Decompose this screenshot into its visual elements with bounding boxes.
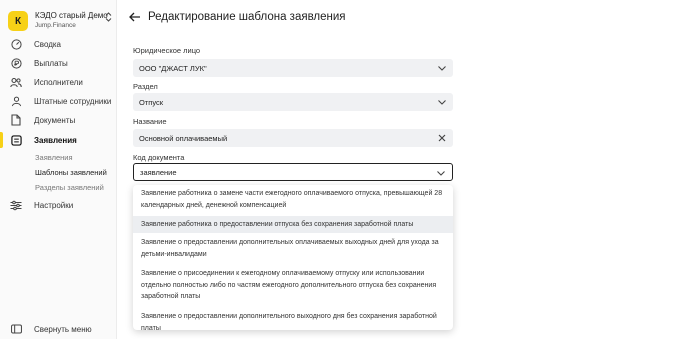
sidebar-item-label: Настройки: [34, 200, 74, 210]
sidebar-item-contractors[interactable]: Исполнители: [10, 75, 83, 89]
section-label: Раздел: [133, 82, 158, 91]
dropdown-option[interactable]: Заявление о предоставлении дополнительно…: [133, 311, 453, 330]
arrow-left-icon: [129, 9, 141, 27]
section-select[interactable]: Отпуск: [133, 93, 453, 111]
sidebar-item-summary[interactable]: Сводка: [10, 37, 61, 51]
doc-code-value: заявление: [140, 167, 177, 177]
payments-icon: [10, 57, 22, 69]
legal-entity-select[interactable]: ООО "ДЖАСТ ЛУК": [133, 59, 453, 77]
sidebar-item-label: Штатные сотрудники: [34, 96, 112, 106]
clear-icon[interactable]: [437, 133, 447, 143]
sidebar-item-label: Исполнители: [34, 77, 83, 87]
dropdown-option[interactable]: Заявление работника о предоставлении отп…: [133, 216, 453, 233]
dashboard-icon: [10, 38, 22, 50]
dropdown-option[interactable]: Заявление работника о замене части ежего…: [133, 188, 453, 211]
sidebar-item-label: Заявления: [34, 135, 77, 145]
chevron-up-down-icon: [105, 12, 112, 24]
org-switcher[interactable]: К КЭДО старый Демо Jump.Finance: [8, 8, 114, 34]
sidebar-item-label: Документы: [34, 115, 76, 125]
active-indicator: [0, 132, 3, 148]
doc-code-select[interactable]: заявление: [133, 163, 453, 181]
chevron-down-icon: [437, 97, 447, 107]
sidebar-item-employees[interactable]: Штатные сотрудники: [10, 94, 111, 108]
legal-entity-value: ООО "ДЖАСТ ЛУК": [139, 63, 207, 73]
name-label: Название: [133, 117, 167, 126]
doc-code-dropdown: Заявление работника о замене части ежего…: [133, 185, 453, 330]
org-subtitle: Jump.Finance: [35, 22, 76, 29]
org-avatar: К: [8, 11, 28, 31]
sidebar: К КЭДО старый Демо Jump.Finance Сводка В…: [0, 0, 117, 339]
sidebar-item-documents[interactable]: Документы: [10, 113, 75, 127]
sidebar-item-label: Выплаты: [34, 58, 68, 68]
contractors-icon: [10, 76, 22, 88]
subnav-sections[interactable]: Разделы заявлений: [35, 183, 104, 192]
sidebar-collapse-icon: [10, 323, 22, 335]
settings-sliders-icon: [10, 199, 22, 211]
sidebar-item-label: Сводка: [34, 39, 62, 49]
doc-code-label: Код документа: [133, 153, 185, 162]
chevron-down-icon: [437, 63, 447, 73]
employee-icon: [10, 95, 22, 107]
subnav-applications[interactable]: Заявления: [35, 153, 73, 162]
name-input[interactable]: Основной оплачиваемый: [133, 129, 453, 147]
applications-icon: [10, 134, 22, 146]
page-title: Редактирование шаблона заявления: [148, 11, 346, 23]
dropdown-option[interactable]: Заявление о предоставлении дополнительны…: [133, 237, 453, 260]
collapse-menu-label: Свернуть меню: [34, 324, 92, 334]
subnav-templates[interactable]: Шаблоны заявлений: [35, 168, 107, 177]
back-button[interactable]: [128, 11, 142, 25]
collapse-menu-button[interactable]: Свернуть меню: [10, 323, 92, 335]
sidebar-item-settings[interactable]: Настройки: [10, 198, 73, 212]
document-icon: [10, 114, 22, 126]
dropdown-option[interactable]: Заявление о присоединении к ежегодному о…: [133, 268, 453, 303]
legal-entity-label: Юридическое лицо: [133, 46, 201, 55]
org-name: КЭДО старый Демо: [35, 11, 108, 20]
section-value: Отпуск: [139, 97, 164, 107]
chevron-down-icon: [436, 168, 446, 178]
sidebar-item-payments[interactable]: Выплаты: [10, 56, 68, 70]
sidebar-item-applications[interactable]: Заявления: [10, 133, 77, 147]
name-value: Основной оплачиваемый: [139, 133, 228, 143]
